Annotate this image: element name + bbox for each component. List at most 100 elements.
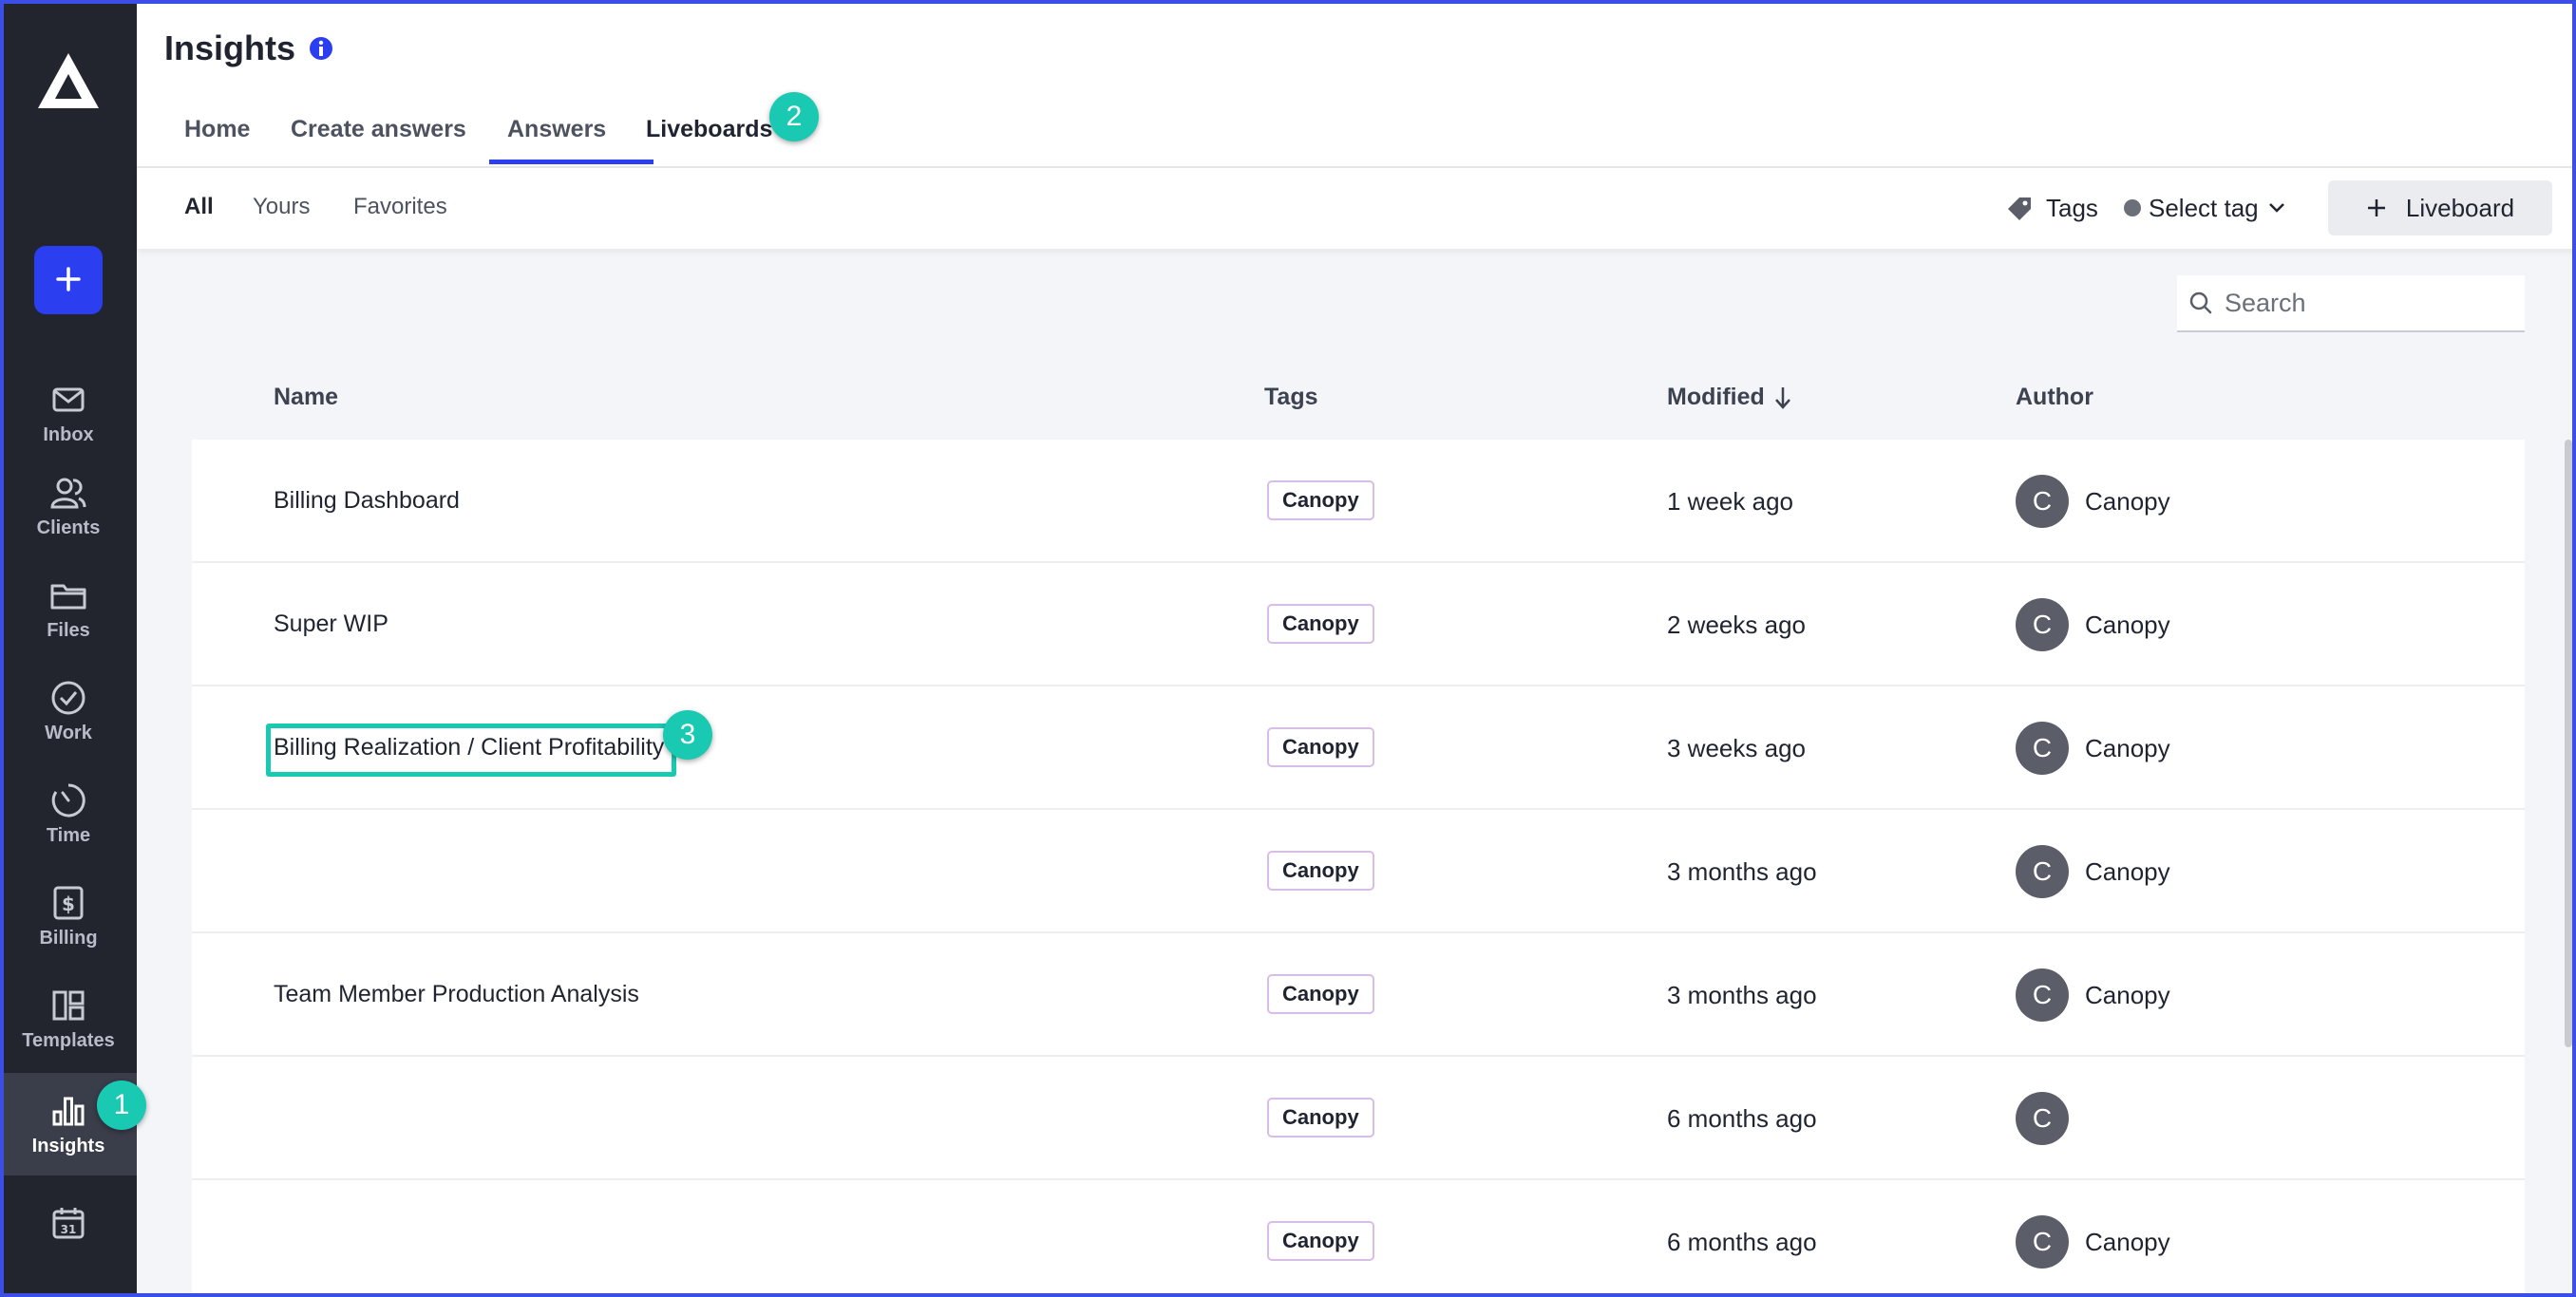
author-name: Canopy [2085, 487, 2170, 516]
plus-icon [54, 265, 83, 296]
tab-create-answers[interactable]: Create answers [291, 116, 466, 143]
sidebar-item-templates[interactable]: Templates [0, 968, 137, 1069]
author-name: Canopy [2085, 857, 2170, 886]
sidebar-item-label: Insights [31, 1135, 105, 1156]
table-row[interactable]: Super WIP Canopy 2 weeks ago C Canopy [192, 563, 2525, 686]
new-liveboard-button[interactable]: Liveboard [2328, 180, 2552, 235]
tag-badge[interactable]: Canopy [1267, 1221, 1374, 1261]
avatar: C [2016, 598, 2069, 651]
select-tag-dropdown[interactable]: Select tag [2124, 189, 2285, 227]
table-row[interactable]: Canopy 6 months ago C [192, 1057, 2525, 1180]
modified-date: 6 months ago [1667, 1228, 1817, 1256]
bar-chart-icon [49, 1092, 87, 1130]
search-box [2177, 275, 2525, 332]
table-row[interactable]: Team Member Production Analysis Canopy 3… [192, 933, 2525, 1057]
sidebar-item-work[interactable]: Work [0, 661, 137, 761]
sidebar-item-label: Files [47, 619, 90, 641]
table-row[interactable]: Billing Dashboard Canopy 1 week ago C Ca… [192, 440, 2525, 563]
modified-date: 1 week ago [1667, 487, 1793, 516]
sidebar-item-label: Billing [39, 927, 98, 949]
search-icon [2188, 291, 2213, 315]
tag-badge[interactable]: Canopy [1267, 851, 1374, 891]
modified-date: 6 months ago [1667, 1104, 1817, 1133]
new-liveboard-label: Liveboard [2405, 193, 2515, 222]
sidebar-item-label: Templates [22, 1029, 115, 1051]
plus-icon [2366, 197, 2387, 218]
tag-badge[interactable]: Canopy [1267, 974, 1374, 1014]
avatar: C [2016, 722, 2069, 775]
add-button[interactable] [34, 246, 103, 314]
step-badge-3: 3 [663, 710, 712, 760]
page-header: Insights Home Create answers Answers Liv… [137, 0, 2576, 167]
author-name: Canopy [2085, 611, 2170, 639]
liveboards-table: Billing Dashboard Canopy 1 week ago C Ca… [192, 440, 2525, 1297]
filter-all[interactable]: All [184, 194, 214, 220]
filter-yours[interactable]: Yours [253, 194, 311, 220]
author-name: Canopy [2085, 981, 2170, 1009]
modified-date: 3 months ago [1667, 981, 1817, 1009]
sidebar-item-billing[interactable]: $ Billing [0, 866, 137, 967]
sidebar-item-clients[interactable]: Clients [0, 456, 137, 556]
modified-date: 3 weeks ago [1667, 734, 1806, 762]
modified-date: 2 weeks ago [1667, 611, 1806, 639]
info-icon[interactable] [308, 35, 334, 62]
tab-liveboards[interactable]: Liveboards [646, 116, 772, 143]
canopy-logo[interactable] [34, 49, 103, 112]
sidebar-item-label: Clients [36, 517, 101, 538]
column-header-author[interactable]: Author [2016, 384, 2093, 411]
sidebar-item-label: Inbox [43, 423, 94, 445]
select-tag-label: Select tag [2149, 193, 2259, 222]
layout-icon [49, 987, 87, 1024]
scrollbar[interactable] [2565, 440, 2572, 1047]
step-badge-2: 2 [769, 92, 819, 141]
avatar: C [2016, 1215, 2069, 1269]
avatar: C [2016, 475, 2069, 528]
liveboard-name[interactable]: Billing Dashboard [274, 487, 460, 515]
tag-badge[interactable]: Canopy [1267, 480, 1374, 520]
calendar-icon: 31 [49, 1204, 87, 1242]
step-badge-1: 1 [97, 1081, 146, 1130]
table-row[interactable]: Canopy 6 months ago C Canopy [192, 1180, 2525, 1297]
column-header-name[interactable]: Name [274, 384, 338, 411]
svg-text:31: 31 [61, 1223, 77, 1236]
folder-icon [49, 576, 87, 614]
tag-badge[interactable]: Canopy [1267, 604, 1374, 644]
tag-badge[interactable]: Canopy [1267, 727, 1374, 767]
avatar: C [2016, 968, 2069, 1022]
author-name: Canopy [2085, 734, 2170, 762]
sidebar-item-files[interactable]: Files [0, 558, 137, 659]
chevron-down-icon [2268, 202, 2285, 214]
tag-icon [2005, 195, 2034, 223]
dollar-icon: $ [49, 884, 87, 922]
tag-badge[interactable]: Canopy [1267, 1098, 1374, 1137]
author-name: Canopy [2085, 1228, 2170, 1256]
svg-text:$: $ [62, 893, 75, 915]
tags-label: Tags [2046, 194, 2098, 222]
column-header-modified[interactable]: Modified [1667, 384, 1791, 411]
sidebar-item-label: Time [46, 824, 91, 846]
sort-arrow-down-icon [1774, 385, 1791, 410]
liveboard-name[interactable]: Super WIP [274, 611, 388, 638]
avatar: C [2016, 1092, 2069, 1145]
tab-home[interactable]: Home [184, 116, 250, 143]
sidebar-item-label: Work [45, 722, 92, 743]
column-header-tags[interactable]: Tags [1264, 384, 1318, 411]
tag-color-dot [2124, 199, 2141, 216]
search-input[interactable] [2225, 288, 2510, 318]
modified-date: 3 months ago [1667, 857, 1817, 886]
tab-answers[interactable]: Answers [507, 116, 606, 143]
sidebar-item-inbox[interactable]: Inbox [0, 363, 137, 463]
sidebar-item-calendar[interactable]: 31 [0, 1174, 137, 1272]
liveboard-name[interactable]: Billing Realization / Client Profitabili… [274, 734, 664, 761]
users-icon [49, 474, 87, 512]
check-circle-icon [49, 679, 87, 717]
column-header-modified-label: Modified [1667, 384, 1765, 410]
filter-favorites[interactable]: Favorites [353, 194, 447, 220]
sidebar-item-time[interactable]: Time [0, 763, 137, 864]
mail-icon [49, 381, 87, 419]
avatar: C [2016, 845, 2069, 898]
table-row[interactable]: Billing Realization / Client Profitabili… [192, 686, 2525, 810]
liveboard-name[interactable]: Team Member Production Analysis [274, 981, 639, 1008]
filter-bar: All Yours Favorites Tags Select tag Live… [137, 168, 2576, 249]
table-row[interactable]: Canopy 3 months ago C Canopy [192, 810, 2525, 933]
